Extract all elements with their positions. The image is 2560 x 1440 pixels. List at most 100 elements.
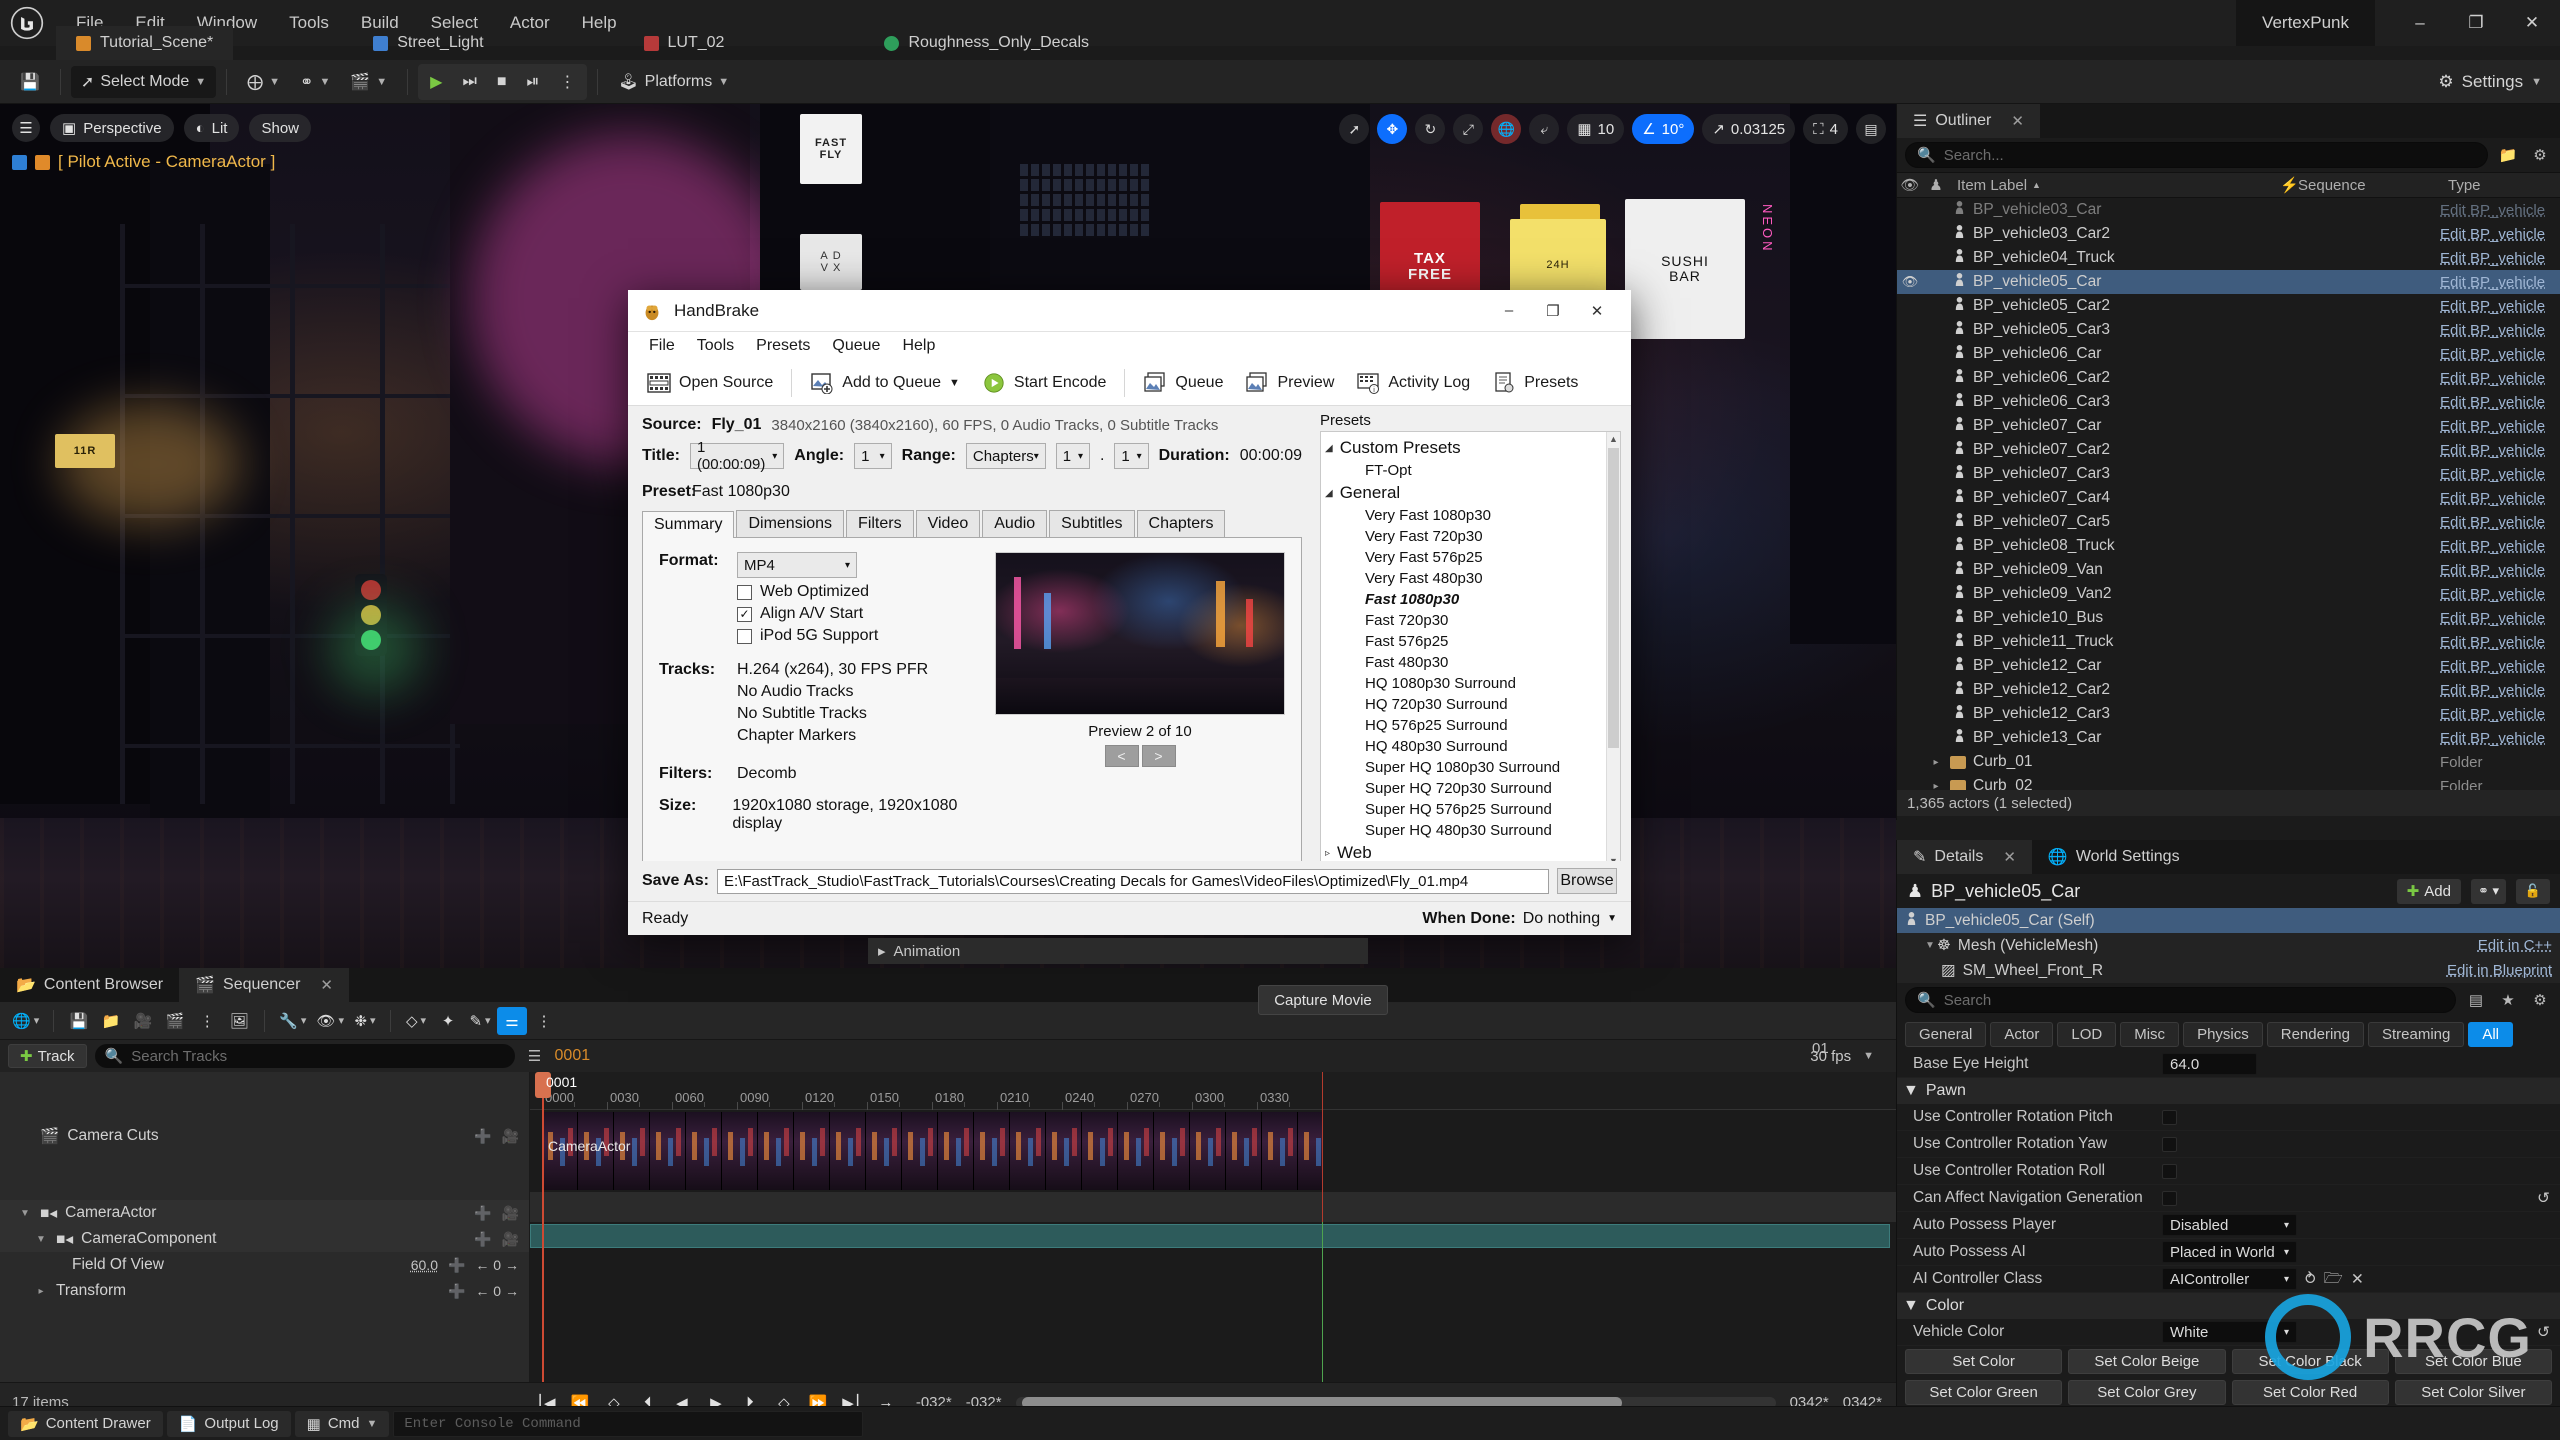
preset-item[interactable]: FT-Opt [1321, 460, 1606, 481]
find-in-content-icon[interactable]: 🎥 [128, 1007, 158, 1035]
hb-menu-tools[interactable]: Tools [686, 334, 745, 358]
settings-gear-icon[interactable]: ⚙ [2528, 143, 2552, 167]
preset-item[interactable]: ◢ Custom Presets [1321, 436, 1606, 460]
outliner-row-type[interactable]: Edit BP_vehicle [2440, 586, 2560, 603]
outliner-row[interactable]: BP_vehicle09_Van2 Edit BP_vehicle [1897, 582, 2560, 606]
property-asset-select[interactable]: AIController ▾ [2162, 1268, 2297, 1290]
tab-roughness-only-decals[interactable]: Roughness_Only_Decals [864, 26, 1109, 60]
tab-tutorial-scene[interactable]: Tutorial_Scene* [56, 26, 234, 60]
sequencer-track[interactable]: ▸ Transform ➕ ← 0 → [0, 1278, 529, 1304]
hb-maximize-button[interactable]: ❐ [1531, 290, 1575, 332]
add-track-button[interactable]: ✚ Track [8, 1044, 87, 1068]
sequencer-frame-field[interactable]: 0001 [555, 1047, 591, 1065]
snapping-toggle-icon[interactable]: ⚌ [497, 1006, 528, 1035]
preview-next-button[interactable]: > [1141, 745, 1176, 767]
actions-wrench-icon[interactable]: 🔧 ▾ [275, 1007, 310, 1035]
component-edit-link[interactable]: Edit in C++ [2478, 937, 2552, 954]
more-options-icon[interactable]: ⋮ [192, 1007, 222, 1035]
triangle-down-icon[interactable]: ◢ [1325, 443, 1333, 454]
preview-thumbnail[interactable] [995, 552, 1285, 715]
track-list[interactable]: 🎬 Camera Cuts ➕ 🎥 ▼ ■◂ CameraActor ➕ 🎥 ▼ ■◂ CameraC… [0, 1072, 530, 1382]
content-drawer-button[interactable]: 📂 Content Drawer [8, 1410, 163, 1437]
rotate-tool-icon[interactable]: ↻ [1415, 114, 1446, 144]
outliner-row[interactable]: ▸ Curb_01 Folder [1897, 750, 2560, 774]
select-tool-icon[interactable]: ➚ [1339, 114, 1370, 144]
preset-item[interactable]: HQ 480p30 Surround [1321, 736, 1606, 757]
range-from-select[interactable]: 1 ▾ [1055, 443, 1090, 469]
outliner-row-type[interactable]: Edit BP_vehicle [2440, 658, 2560, 675]
handbrake-settings-tabs[interactable]: Summary Dimensions Filters Video Audio Subtit… [642, 510, 1302, 538]
property-checkbox[interactable] [2162, 1136, 2177, 1152]
details-filter-lod[interactable]: LOD [2057, 1021, 2117, 1047]
details-search-input[interactable]: 🔍 Search [1905, 987, 2456, 1013]
hb-minimize-button[interactable]: – [1487, 290, 1531, 332]
outliner-row-type[interactable]: Edit BP_vehicle [2440, 322, 2560, 339]
add-actor-button[interactable]: ⨁ ▼ [237, 66, 290, 98]
outliner-row[interactable]: BP_vehicle07_Car5 Edit BP_vehicle [1897, 510, 2560, 534]
format-checkbox-row[interactable]: Web Optimized [737, 583, 995, 601]
add-key-icon[interactable]: ➕ [448, 1283, 465, 1300]
when-done-value[interactable]: Do nothing [1523, 910, 1600, 928]
viewport-view-mode[interactable]: ◐ Lit [183, 114, 240, 142]
platforms-button[interactable]: 🕹 Platforms ▼ [608, 66, 739, 98]
outliner-row-type[interactable]: Edit BP_vehicle [2440, 706, 2560, 723]
property-row[interactable]: Use Controller Rotation Pitch [1897, 1104, 2560, 1131]
track-camera-icon[interactable]: 🎥 [502, 1205, 519, 1222]
component-row[interactable]: ▨ SM_Wheel_Front_R Edit in Blueprint [1897, 958, 2560, 983]
keyframe-settings-icon[interactable]: ❉ ▾ [350, 1007, 380, 1035]
outliner-row[interactable]: BP_vehicle07_Car4 Edit BP_vehicle [1897, 486, 2560, 510]
preset-item[interactable]: Very Fast 480p30 [1321, 568, 1606, 589]
favorite-star-icon[interactable]: ★ [2496, 988, 2520, 1012]
format-select[interactable]: MP4 ▾ [737, 552, 857, 578]
property-row[interactable]: AI Controller Class AIController ▾ ⥁ 🗁 ✕ [1897, 1266, 2560, 1293]
outliner-row-type[interactable]: Edit BP_vehicle [2440, 562, 2560, 579]
details-filter-actor[interactable]: Actor [1990, 1021, 2054, 1047]
outliner-row-type[interactable]: Edit BP_vehicle [2440, 202, 2560, 219]
property-row[interactable]: Base Eye Height 64.0 [1897, 1051, 2560, 1078]
outliner-row[interactable]: BP_vehicle03_Car2 Edit BP_vehicle [1897, 222, 2560, 246]
browse-asset-icon[interactable]: ⥁ [2305, 1270, 2316, 1289]
console-command-input[interactable]: Enter Console Command [393, 1410, 864, 1437]
hb-tab-filters[interactable]: Filters [846, 510, 914, 537]
camera-speed-control[interactable]: ⛶ 4 [1803, 114, 1848, 144]
column-type[interactable]: Type [2440, 177, 2560, 194]
outliner-row[interactable]: BP_vehicle10_Bus Edit BP_vehicle [1897, 606, 2560, 630]
outliner-row-type[interactable]: Edit BP_vehicle [2440, 442, 2560, 459]
snap-options-icon[interactable]: ⋮ [529, 1007, 559, 1035]
outliner-row-type[interactable]: Edit BP_vehicle [2440, 538, 2560, 555]
close-icon[interactable]: ✕ [2003, 848, 2016, 866]
eject-button[interactable]: ⏯ [517, 66, 550, 98]
scale-snap-control[interactable]: ↗ 0.03125 [1702, 114, 1796, 144]
outliner-row[interactable]: BP_vehicle05_Car2 Edit BP_vehicle [1897, 294, 2560, 318]
sequencer-track[interactable]: ▼ ■◂ CameraActor ➕ 🎥 [0, 1200, 529, 1226]
play-options-icon[interactable]: ⋮ [549, 66, 585, 98]
preset-item[interactable]: Super HQ 576p25 Surround [1321, 799, 1606, 820]
property-row[interactable]: Can Affect Navigation Generation ↺ [1897, 1185, 2560, 1212]
track-value[interactable]: 60.0 [411, 1257, 438, 1273]
close-icon[interactable]: ✕ [2011, 112, 2024, 130]
tab-outliner[interactable]: ☰ Outliner ✕ [1897, 104, 2040, 138]
output-log-button[interactable]: 📄 Output Log [166, 1410, 291, 1437]
tab-lut-02[interactable]: LUT_02 [624, 26, 745, 60]
outliner-row[interactable]: ▸ Curb_02 Folder [1897, 774, 2560, 790]
hb-menu-queue[interactable]: Queue [821, 334, 891, 358]
timeline-ruler[interactable]: -030000000300060009001200150018002100240… [530, 1072, 1896, 1110]
set-color-button[interactable]: Set Color Grey [2068, 1380, 2226, 1405]
outliner-row[interactable]: BP_vehicle07_Car2 Edit BP_vehicle [1897, 438, 2560, 462]
outliner-row[interactable]: BP_vehicle12_Car Edit BP_vehicle [1897, 654, 2560, 678]
playhead[interactable] [535, 1072, 551, 1382]
blueprint-button[interactable]: ⚭ ▼ [290, 66, 340, 98]
hb-menu-presets[interactable]: Presets [745, 334, 821, 358]
hb-tab-summary[interactable]: Summary [642, 511, 735, 538]
property-checkbox[interactable] [2162, 1190, 2177, 1206]
tab-world-settings[interactable]: 🌐 World Settings [2032, 840, 2196, 874]
tab-street-light[interactable]: Street_Light [353, 26, 503, 60]
preset-item[interactable]: HQ 1080p30 Surround [1321, 673, 1606, 694]
outliner-row-type[interactable]: Edit BP_vehicle [2440, 490, 2560, 507]
details-filter-streaming[interactable]: Streaming [2367, 1021, 2465, 1047]
property-number-input[interactable]: 64.0 [2162, 1053, 2257, 1075]
triangle-down-icon[interactable]: ◢ [1325, 488, 1333, 499]
outliner-row-type[interactable]: Edit BP_vehicle [2440, 394, 2560, 411]
outliner-row[interactable]: BP_vehicle09_Van Edit BP_vehicle [1897, 558, 2560, 582]
track-camera-icon[interactable]: 🎥 [502, 1128, 519, 1145]
